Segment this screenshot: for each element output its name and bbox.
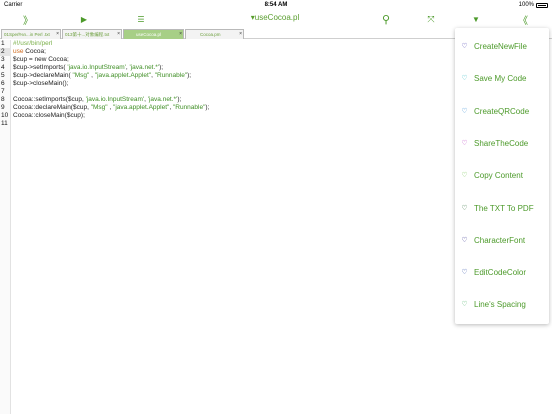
menu-item-txt-to-pdf[interactable]: ♡ The TXT To PDF [455,192,549,224]
code-text: Cocoa::setImports($cup, [13,96,86,103]
tab-label: useCocoa.pl [136,32,162,37]
code-text: Cocoa::closeMain($cup); [13,112,85,119]
status-bar: Carrier 8:54 AM 100% [0,0,552,10]
code-text: $cup->setImports( [13,64,68,71]
code-keyword: use [13,48,24,55]
code-text: Cocoa::declareMain($cup, [13,104,91,111]
menu-item-create-qr-code[interactable]: ♡ CreateQRCode [455,95,549,127]
code-string: 'java.net.*' [147,96,178,103]
code-line: use Cocoa; [13,48,46,56]
code-line: $cup->setImports( 'java.io.InputStream',… [13,64,163,72]
close-icon[interactable]: × [239,31,242,37]
code-string: 'java.net.*' [129,64,160,71]
actions-popover-menu: ♡ CreateNewFile ♡ Save My Code ♡ CreateQ… [455,28,549,324]
line-number: 1 [1,40,5,47]
code-text: Cocoa; [23,48,46,55]
menu-item-label: CreateNewFile [474,41,527,51]
code-string: "Msg" [90,104,108,111]
menu-item-label: Line's Spacing [474,299,526,309]
heart-icon: ♡ [461,237,468,244]
tab-object-programming[interactable]: 013第十...对象编程.txt × [62,29,122,39]
battery-percent: 100% [518,2,534,8]
code-text: ); [177,96,182,103]
line-number: 6 [1,80,5,87]
line-number-gutter: 1 2 3 4 5 6 7 8 9 10 11 [0,40,11,414]
battery-indicator: 100% [519,2,548,8]
code-text: ); [205,104,210,111]
code-line: #!/usr/bin/perl [13,40,52,48]
code-string: "Msg" [72,72,90,79]
line-number: 2 [1,48,5,55]
line-number: 11 [1,120,8,127]
file-title-dropdown[interactable]: ▾useCocoa.pl [200,13,350,22]
line-number: 5 [1,72,5,79]
heart-icon: ♡ [461,301,468,308]
code-string: "java.applet.Applet" [94,72,152,79]
tab-label: 013第十...对象编程.txt [65,32,110,37]
code-string: 'java.io.InputStream' [85,96,145,103]
search-icon[interactable]: ⚲ [378,10,394,28]
line-number: 9 [1,104,5,111]
battery-icon [536,2,548,8]
code-string: "Runnable" [172,104,206,111]
heart-icon: ♡ [461,108,468,115]
collapse-sidebar-icon[interactable]: 《 [515,10,531,28]
clock: 8:54 AM [264,2,288,8]
toolbar: 》 ▶ ☰ ▾useCocoa.pl ⚲ ⤧ ▼ 《 [0,10,552,28]
close-icon[interactable]: × [117,31,120,37]
code-text: ); [187,72,192,79]
code-line: $cup->declareMain( "Msg" , "java.applet.… [13,72,191,80]
heart-icon: ♡ [461,269,468,276]
expand-sidebar-icon[interactable]: 》 [20,10,36,28]
menu-item-edit-code-color[interactable]: ♡ EditCodeColor [455,256,549,288]
code-text: ); [159,64,164,71]
tab-label: 01Sperl%n...in Perl .txt [4,32,50,37]
menu-item-label: CreateQRCode [474,106,530,116]
code-string: "Runnable" [154,72,188,79]
menu-item-copy-content[interactable]: ♡ Copy Content [455,159,549,191]
code-line: Cocoa::declareMain($cup, "Msg" , "java.a… [13,104,209,112]
code-text: $cup->declareMain( [13,72,73,79]
line-number: 4 [1,64,5,71]
close-icon[interactable]: × [56,31,59,37]
heart-icon: ♡ [461,75,468,82]
menu-item-create-new-file[interactable]: ♡ CreateNewFile [455,30,549,62]
code-text: $cup->closeMain(); [13,80,69,87]
code-line: $cup->closeMain(); [13,80,68,88]
tab-usecocoa[interactable]: useCocoa.pl × [123,29,184,39]
code-line: Cocoa::closeMain($cup); [13,112,85,120]
menu-item-label: Copy Content [474,170,523,180]
indent-icon[interactable]: ☰ [133,10,149,28]
heart-icon: ♡ [461,43,468,50]
line-number: 3 [1,56,5,63]
tab-label: Cocoa.pm [200,32,221,37]
code-text: $cup = new Cocoa; [13,56,69,63]
code-comment: #!/usr/bin/perl [13,40,53,47]
code-string: "java.applet.Applet" [113,104,170,111]
heart-icon: ♡ [461,205,468,212]
line-number: 10 [1,112,9,119]
dropdown-menu-icon[interactable]: ▼ [468,10,484,28]
menu-item-character-font[interactable]: ♡ CharacterFont [455,224,549,256]
heart-icon: ♡ [461,172,468,179]
fullscreen-icon[interactable]: ⤧ [423,10,439,28]
tab-cocoa-pm[interactable]: Cocoa.pm × [185,29,244,39]
line-number: 8 [1,96,5,103]
heart-icon: ♡ [461,140,468,147]
menu-item-label: ShareTheCode [474,138,529,148]
run-icon[interactable]: ▶ [76,10,92,28]
menu-item-line-spacing[interactable]: ♡ Line's Spacing [455,288,549,320]
menu-item-share-the-code[interactable]: ♡ ShareTheCode [455,127,549,159]
code-line: Cocoa::setImports($cup, 'java.io.InputSt… [13,96,181,104]
code-line: $cup = new Cocoa; [13,56,69,64]
menu-item-label: CharacterFont [474,235,526,245]
tab-perl-intro[interactable]: 01Sperl%n...in Perl .txt × [1,29,61,39]
menu-item-label: EditCodeColor [474,267,527,277]
close-icon[interactable]: × [179,31,182,37]
menu-item-label: The TXT To PDF [474,203,534,213]
menu-item-label: Save My Code [474,73,527,83]
code-string: 'java.io.InputStream' [67,64,126,71]
line-number: 7 [1,88,5,95]
menu-item-save-my-code[interactable]: ♡ Save My Code [455,62,549,94]
